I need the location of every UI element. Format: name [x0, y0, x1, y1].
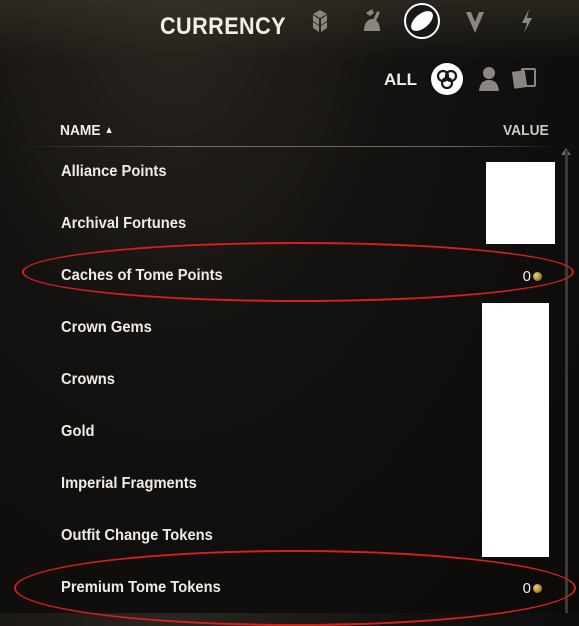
currency-name: Alliance Points: [61, 163, 167, 180]
tome-point-icon: [533, 271, 542, 281]
currency-row-gold[interactable]: Gold: [44, 412, 556, 452]
shield-emblem-icon[interactable]: [460, 6, 490, 36]
currency-row-outfit-change-tokens[interactable]: Outfit Change Tokens: [44, 516, 556, 556]
page-title: CURRENCY: [160, 13, 287, 40]
scrollbar-track[interactable]: [565, 150, 568, 613]
currency-name: Gold: [61, 423, 95, 440]
currency-name: Crown Gems: [61, 319, 152, 336]
currency-name: Caches of Tome Points: [61, 267, 223, 284]
currency-row-crowns[interactable]: Crowns: [44, 360, 556, 400]
name-column-header[interactable]: NAME ▲: [60, 122, 114, 139]
currency-row-archival-fortunes[interactable]: Archival Fortunes: [44, 204, 556, 244]
currency-name: Outfit Change Tokens: [61, 527, 213, 544]
currency-row-imperial-fragments[interactable]: Imperial Fragments: [44, 464, 556, 504]
currency-amount: 0: [522, 579, 531, 597]
currency-row-crown-gems[interactable]: Crown Gems: [44, 308, 556, 348]
currency-name: Crowns: [61, 371, 115, 388]
currency-value: 0: [523, 268, 542, 285]
redaction-box-middle: [482, 303, 549, 557]
header-backdrop: [0, 0, 579, 60]
premium-token-icon: [533, 583, 542, 593]
currency-name: Archival Fortunes: [61, 215, 187, 232]
name-header-label: NAME: [60, 122, 101, 139]
treasure-blocks-icon[interactable]: [305, 6, 335, 36]
currency-row-premium-tome-tokens[interactable]: Premium Tome Tokens 0: [44, 568, 556, 608]
header-divider: [20, 146, 560, 147]
currency-value: 0: [523, 580, 542, 597]
currency-name: Imperial Fragments: [61, 475, 197, 492]
lightning-icon[interactable]: [512, 6, 542, 36]
redaction-box-top: [486, 162, 555, 244]
currency-row-alliance-points[interactable]: Alliance Points: [44, 152, 556, 192]
sort-ascending-icon: ▲: [104, 125, 114, 136]
filter-all-label[interactable]: ALL: [384, 70, 417, 90]
crafting-bag-icon[interactable]: [357, 6, 387, 36]
currency-row-caches-of-tome-points[interactable]: Caches of Tome Points 0: [44, 256, 556, 296]
account-wide-icon[interactable]: [430, 62, 464, 96]
currency-amount: 0: [522, 267, 531, 285]
character-icon[interactable]: [475, 64, 503, 94]
currency-name: Premium Tome Tokens: [61, 579, 221, 596]
currency-coin-icon[interactable]: [403, 2, 441, 40]
value-column-header[interactable]: VALUE: [503, 122, 549, 139]
cards-icon[interactable]: [510, 64, 538, 94]
